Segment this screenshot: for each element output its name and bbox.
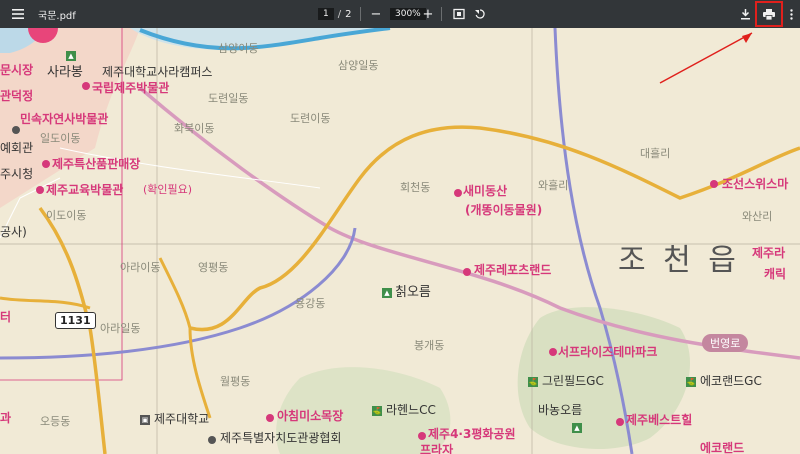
label-eco-land-gc: 에코랜드GC (700, 374, 762, 388)
hamburger-menu-icon[interactable] (10, 0, 26, 28)
label-jeju-national-university: 제주대학교 (154, 412, 210, 426)
label-samyang-i: 삼양이동 (218, 42, 259, 55)
label-acim-ranch: 아침미소목장 (277, 409, 344, 423)
pdf-page-map[interactable]: 문시장 ▲ 사라봉 제주대학교사라캠퍼스 국립제주박물관 관덕정 삼양이동 삼양… (0, 28, 800, 454)
print-icon[interactable] (755, 1, 783, 27)
poi-dot (710, 180, 718, 188)
current-page-input[interactable]: 1 (318, 8, 334, 20)
label-gwandeokjeong: 관덕정 (0, 89, 34, 103)
label-ido-i: 이도이동 (46, 209, 87, 222)
label-lahenne-cc: 라헨느CC (386, 403, 436, 417)
label-doryeon-i: 도련이동 (290, 112, 331, 125)
toolbar-divider (441, 7, 442, 21)
label-ildo-i: 일도이동 (40, 132, 81, 145)
label-city-hall: 주시청 (0, 167, 34, 181)
poi-dot (36, 186, 44, 194)
label-chwioreum: 칡오름 (395, 285, 431, 300)
zoom-in-button[interactable]: + (421, 0, 435, 28)
label-odeung: 오등동 (40, 415, 71, 428)
label-teo: 터 (0, 310, 12, 324)
label-sarabong: 사라봉 (47, 65, 83, 80)
label-arail: 아라일동 (100, 322, 141, 335)
label-natural-history-museum: 민속자연사박물관 (20, 112, 109, 126)
label-arai: 아라이동 (120, 261, 161, 274)
label-jeju-reports-land: 제주레포츠랜드 (474, 263, 552, 277)
golf-icon: ⛳ (528, 377, 538, 387)
toolbar-divider (360, 7, 361, 21)
poi-dot (463, 268, 471, 276)
label-specialty-store: 제주특산품판매장 (52, 157, 141, 171)
poi-dot (549, 348, 557, 356)
pdf-viewer-toolbar: 국문.pdf 1 / 2 − 300% + (0, 0, 800, 28)
label-peace-park: 제주4·3평화공원 (428, 427, 516, 441)
label-samyang-il: 삼양일동 (338, 59, 379, 72)
label-dongmun-market: 문시장 (0, 63, 34, 77)
golf-icon: ⛳ (372, 406, 382, 416)
label-yonggang: 용강동 (295, 297, 326, 310)
zoom-out-button[interactable]: − (369, 0, 383, 28)
label-character: 캐릭 (764, 267, 787, 281)
label-joseon-switzerland: 조선스위스마 (722, 177, 789, 191)
label-eco-land: 에코랜드 (700, 441, 745, 454)
label-sara-campus: 제주대학교사라캠퍼스 (102, 65, 213, 79)
mountain-icon: ▲ (382, 288, 392, 298)
label-hwabuk-i: 화북이동 (174, 122, 215, 135)
label-hoecheon: 회천동 (400, 181, 431, 194)
poi-dot (42, 160, 50, 168)
poi-dot (208, 436, 216, 444)
poi-dot (418, 432, 426, 440)
label-jocheon-eup: 조 천 읍 (618, 243, 740, 278)
poi-dot (266, 414, 274, 422)
label-yeongpyeong: 영평동 (198, 261, 229, 274)
label-bonggae: 봉개동 (414, 339, 445, 352)
page-navigation: 1 / 2 (318, 0, 351, 28)
label-confirm-needed: (확인필요) (143, 183, 193, 196)
rotate-icon[interactable] (473, 0, 487, 28)
more-vert-icon[interactable] (787, 0, 795, 28)
print-button[interactable] (755, 1, 783, 27)
label-corporation: 공사) (0, 225, 27, 239)
label-saemidongsan: 새미동산 (463, 184, 508, 198)
download-icon[interactable] (738, 0, 752, 28)
label-surprise-theme-park: 서프라이즈테마파크 (558, 345, 658, 359)
mountain-icon: ▲ (572, 423, 582, 433)
label-tourism-association: 제주특별자치도관광협회 (220, 431, 342, 445)
golf-icon: ⛳ (686, 377, 696, 387)
poi-dot (12, 126, 20, 134)
school-icon: ▣ (140, 415, 150, 425)
label-gwa: 과 (0, 411, 12, 425)
poi-dot (454, 189, 462, 197)
poi-dot (616, 418, 624, 426)
label-jeju-best-hill: 제주베스트힐 (626, 413, 693, 427)
label-saemidongsan-sub: (개똥이동물원) (465, 203, 543, 217)
label-waheul: 와흘리 (538, 179, 569, 192)
page-separator: / (337, 8, 342, 20)
road-number-1131: 1131 (55, 312, 96, 329)
label-daeheul: 대흘리 (640, 147, 671, 160)
label-national-museum: 국립제주박물관 (92, 81, 170, 95)
label-art-center: 예회관 (0, 141, 34, 155)
poi-dot (82, 82, 90, 90)
label-banong-oreum: 바농오름 (538, 403, 583, 417)
label-green-field-gc: 그린필드GC (542, 374, 604, 388)
fit-to-page-icon[interactable] (452, 0, 466, 28)
document-filename: 국문.pdf (38, 10, 76, 22)
mountain-icon: ▲ (66, 51, 76, 61)
label-wolpyeong: 월평동 (220, 375, 251, 388)
label-doryeon-il: 도련일동 (208, 92, 249, 105)
road-name-beonyeong: 번영로 (702, 334, 749, 352)
label-jeju-ra: 제주라 (752, 246, 786, 260)
total-pages: 2 (345, 8, 352, 20)
label-plaza: 프라자 (420, 443, 454, 454)
label-wasan: 와산리 (742, 210, 773, 223)
label-education-museum: 제주교육박물관 (46, 183, 124, 197)
